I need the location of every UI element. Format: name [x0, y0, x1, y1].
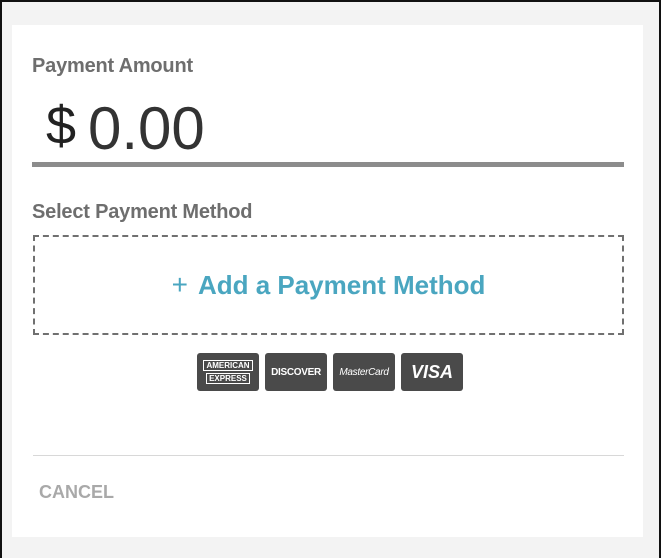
payment-amount-label: Payment Amount [32, 55, 193, 77]
accepted-cards: AMERICAN EXPRESS DISCOVER MasterCard VIS… [197, 353, 463, 391]
amex-line-1: AMERICAN [203, 360, 253, 371]
amex-line-2: EXPRESS [206, 373, 250, 384]
discover-icon: DISCOVER [265, 353, 327, 391]
currency-symbol: $ [46, 96, 77, 156]
amex-icon: AMERICAN EXPRESS [197, 353, 259, 391]
dialog-frame: Payment Amount $ Select Payment Method +… [0, 0, 661, 558]
select-payment-method-label: Select Payment Method [32, 201, 253, 223]
payment-amount-input[interactable] [88, 97, 588, 159]
payment-amount-field: $ [32, 95, 624, 167]
payment-card: Payment Amount $ Select Payment Method +… [12, 25, 643, 537]
cancel-button[interactable]: CANCEL [39, 482, 114, 503]
add-payment-method-button[interactable]: + Add a Payment Method [33, 235, 624, 335]
mastercard-icon: MasterCard [333, 353, 395, 391]
divider [33, 455, 624, 456]
plus-icon: + [171, 269, 188, 300]
add-payment-method-label: Add a Payment Method [197, 269, 486, 300]
visa-icon: VISA [401, 353, 463, 391]
